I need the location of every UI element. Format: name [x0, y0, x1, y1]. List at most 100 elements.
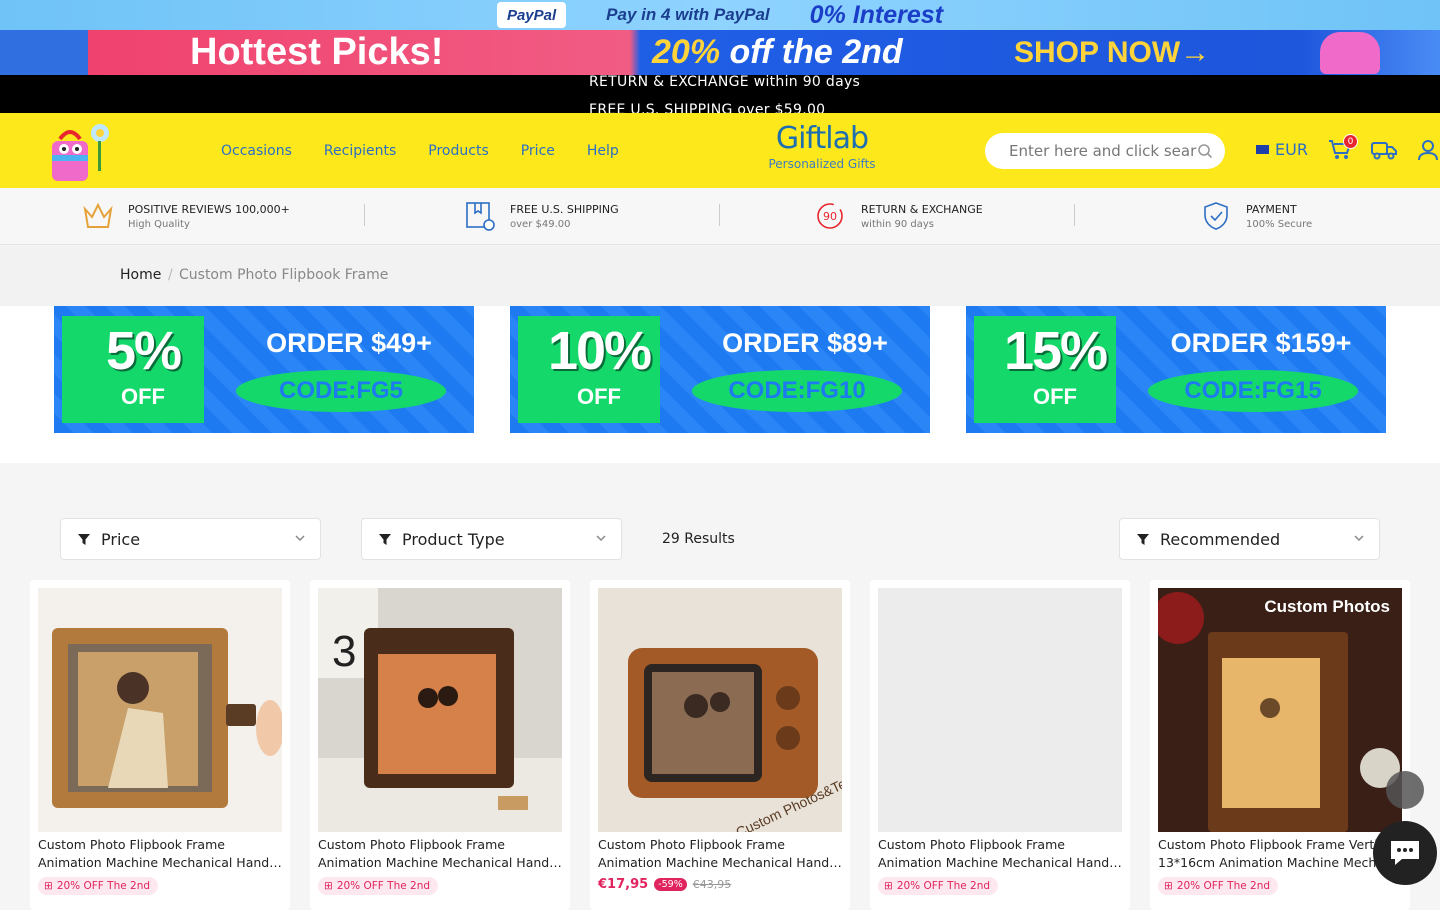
- benefit-reviews: POSITIVE REVIEWS 100,000+ High Quality: [82, 201, 290, 231]
- product-image[interactable]: 3: [318, 588, 562, 832]
- product-image[interactable]: [38, 588, 282, 832]
- product-image[interactable]: Custom Photos&Text: [598, 588, 842, 832]
- nav-products[interactable]: Products: [428, 143, 488, 159]
- benefit-sub: High Quality: [128, 218, 190, 230]
- benefit-title: RETURN & EXCHANGE: [861, 202, 983, 216]
- product-title[interactable]: Custom Photo Flipbook Frame Animation Ma…: [878, 836, 1122, 872]
- shop-now-link[interactable]: SHOP NOW→: [1014, 30, 1210, 75]
- delivery-truck-icon[interactable]: [1371, 139, 1397, 161]
- gift-mascot-logo-icon[interactable]: [40, 119, 114, 187]
- product-image[interactable]: Custom Photos: [1158, 588, 1402, 832]
- gift-icon: ⊞: [44, 880, 53, 892]
- product-card[interactable]: Custom Photos&Text Custom Photo Flipbook…: [590, 580, 850, 910]
- promo-text: 20% OFF The 2nd: [896, 880, 991, 892]
- product-title[interactable]: Custom Photo Flipbook Frame Vertical 13*…: [1158, 836, 1402, 872]
- product-title-line1: Custom Photo Flipbook Frame: [878, 837, 1065, 852]
- coupon-off: OFF: [1033, 384, 1077, 409]
- breadcrumb-home[interactable]: Home: [120, 267, 161, 283]
- coupon-banner-15[interactable]: 15% OFF ORDER $159+ CODE:FG15: [966, 306, 1386, 433]
- filter-icon: [78, 534, 90, 545]
- search-icon[interactable]: [1197, 143, 1213, 159]
- product-card[interactable]: Custom Photos Custom Photo Flipbook Fram…: [1150, 580, 1410, 910]
- account-icon[interactable]: [1417, 139, 1439, 161]
- paypal-pay-in-4: Pay in 4 with PayPal: [606, 5, 770, 24]
- product-card[interactable]: Custom Photo Flipbook Frame Animation Ma…: [870, 580, 1130, 910]
- giftlab-logo[interactable]: Giftlab Personalized Gifts: [760, 121, 884, 171]
- coupon-banner-10[interactable]: 10% OFF ORDER $89+ CODE:FG10: [510, 306, 930, 433]
- shipping-box-icon: [466, 202, 495, 231]
- announcement-marquee: RETURN & EXCHANGE within 90 days FREE U.…: [0, 75, 1440, 113]
- cart-count-badge: 0: [1343, 134, 1358, 149]
- flipbook-photo-image: 3: [318, 588, 562, 832]
- coupon-order: ORDER $49+: [266, 328, 432, 358]
- product-title-line2: Animation Machine Mechanical Hand-Cranke…: [598, 855, 842, 870]
- product-type-filter[interactable]: Product Type: [361, 518, 622, 560]
- hot-banner-discount-pct: 20%: [652, 33, 721, 71]
- paypal-promo-strip[interactable]: PayPal Pay in 4 with PayPal 0% Interest: [0, 0, 1440, 30]
- vertical-flipbook-photo-image: Custom Photos: [1158, 592, 1400, 832]
- benefit-sub: 100% Secure: [1246, 218, 1313, 230]
- product-title-line2: 13*16cm Animation Machine Mechanical: [1158, 855, 1402, 870]
- divider: [1074, 204, 1075, 226]
- results-count: 29 Results: [662, 531, 735, 547]
- marquee-line-return: RETURN & EXCHANGE within 90 days: [589, 75, 861, 90]
- coupon-off: OFF: [121, 384, 165, 409]
- promo-text: 20% OFF The 2nd: [1176, 880, 1271, 892]
- hot-banner-offer: 20% off the 2nd: [652, 30, 903, 75]
- coupon-pct: 5%: [105, 321, 182, 381]
- chat-button[interactable]: [1373, 821, 1437, 885]
- product-title[interactable]: Custom Photo Flipbook Frame Animation Ma…: [38, 836, 282, 872]
- product-image-placeholder[interactable]: [878, 588, 1122, 832]
- currency-selector[interactable]: EUR: [1256, 140, 1308, 159]
- coupon-order: ORDER $159+: [1170, 328, 1352, 358]
- hottest-picks-banner[interactable]: Hottest Picks! 20% off the 2nd SHOP NOW→: [0, 30, 1440, 75]
- gift-icon: ⊞: [324, 880, 333, 892]
- filter-icon: [379, 534, 391, 545]
- site-header: Occasions Recipients Products Price Help…: [0, 113, 1440, 188]
- flipbook-photo-image: [52, 628, 282, 808]
- benefit-title: POSITIVE REVIEWS 100,000+: [128, 202, 290, 216]
- product-title-line1: Custom Photo Flipbook Frame: [38, 837, 225, 852]
- chat-bubble-icon: [1391, 841, 1419, 865]
- product-title-line1: Custom Photo Flipbook Frame: [318, 837, 505, 852]
- product-title-line2: Animation Machine Mechanical Hand-Cranke…: [38, 855, 282, 870]
- product-card[interactable]: Custom Photo Flipbook Frame Animation Ma…: [30, 580, 290, 910]
- discount-badge: -59%: [654, 878, 687, 891]
- nav-occasions[interactable]: Occasions: [221, 143, 292, 159]
- paypal-interest: 0% Interest: [809, 0, 944, 29]
- benefit-payment: PAYMENT 100% Secure: [1200, 201, 1312, 231]
- scroll-to-top-button[interactable]: [1386, 771, 1424, 809]
- hot-banner-title: Hottest Picks!: [190, 31, 444, 73]
- coupon-code: CODE:FG15: [1148, 370, 1358, 412]
- nav-price[interactable]: Price: [521, 143, 555, 159]
- svg-text:90: 90: [823, 210, 837, 223]
- product-title[interactable]: Custom Photo Flipbook Frame Animation Ma…: [318, 836, 562, 872]
- nav-help[interactable]: Help: [587, 143, 619, 159]
- coupon-banner-5[interactable]: 5% OFF ORDER $49+ CODE:FG5: [54, 306, 474, 433]
- product-price: €17,95 -59% €43,95: [598, 877, 731, 892]
- benefit-return: 90 RETURN & EXCHANGE within 90 days: [813, 201, 983, 231]
- coupon-pct: 10%: [547, 321, 652, 381]
- product-title-line2: Animation Machine Mechanical Hand-Cranke…: [878, 855, 1122, 870]
- benefit-title: FREE U.S. SHIPPING: [510, 202, 619, 216]
- shield-check-icon: [1204, 202, 1228, 230]
- logo-tagline: Personalized Gifts: [768, 157, 876, 171]
- nav-recipients[interactable]: Recipients: [324, 143, 396, 159]
- product-title[interactable]: Custom Photo Flipbook Frame Animation Ma…: [598, 836, 842, 872]
- benefit-sub: over $49.00: [510, 218, 571, 230]
- price-filter-label: Price: [101, 529, 141, 549]
- product-title-line1: Custom Photo Flipbook Frame Vertical: [1158, 837, 1396, 852]
- gift-icon: ⊞: [1164, 880, 1173, 892]
- breadcrumb-current: Custom Photo Flipbook Frame: [179, 267, 389, 283]
- original-price: €43,95: [692, 878, 732, 891]
- product-title-line1: Custom Photo Flipbook Frame: [598, 837, 785, 852]
- return-90-icon: 90: [817, 203, 843, 229]
- price-filter[interactable]: Price: [60, 518, 321, 560]
- promo-tag: ⊞ 20% OFF The 2nd: [878, 877, 999, 895]
- coupon-off: OFF: [577, 384, 621, 409]
- product-card[interactable]: 3 Custom Photo Flipbook Frame Animation …: [310, 580, 570, 910]
- logo-name: Giftlab: [775, 121, 869, 156]
- sort-select[interactable]: Recommended: [1119, 518, 1380, 560]
- search-input[interactable]: [1009, 142, 1197, 160]
- tv-flipbook-photo-image: Custom Photos&Text: [628, 648, 842, 832]
